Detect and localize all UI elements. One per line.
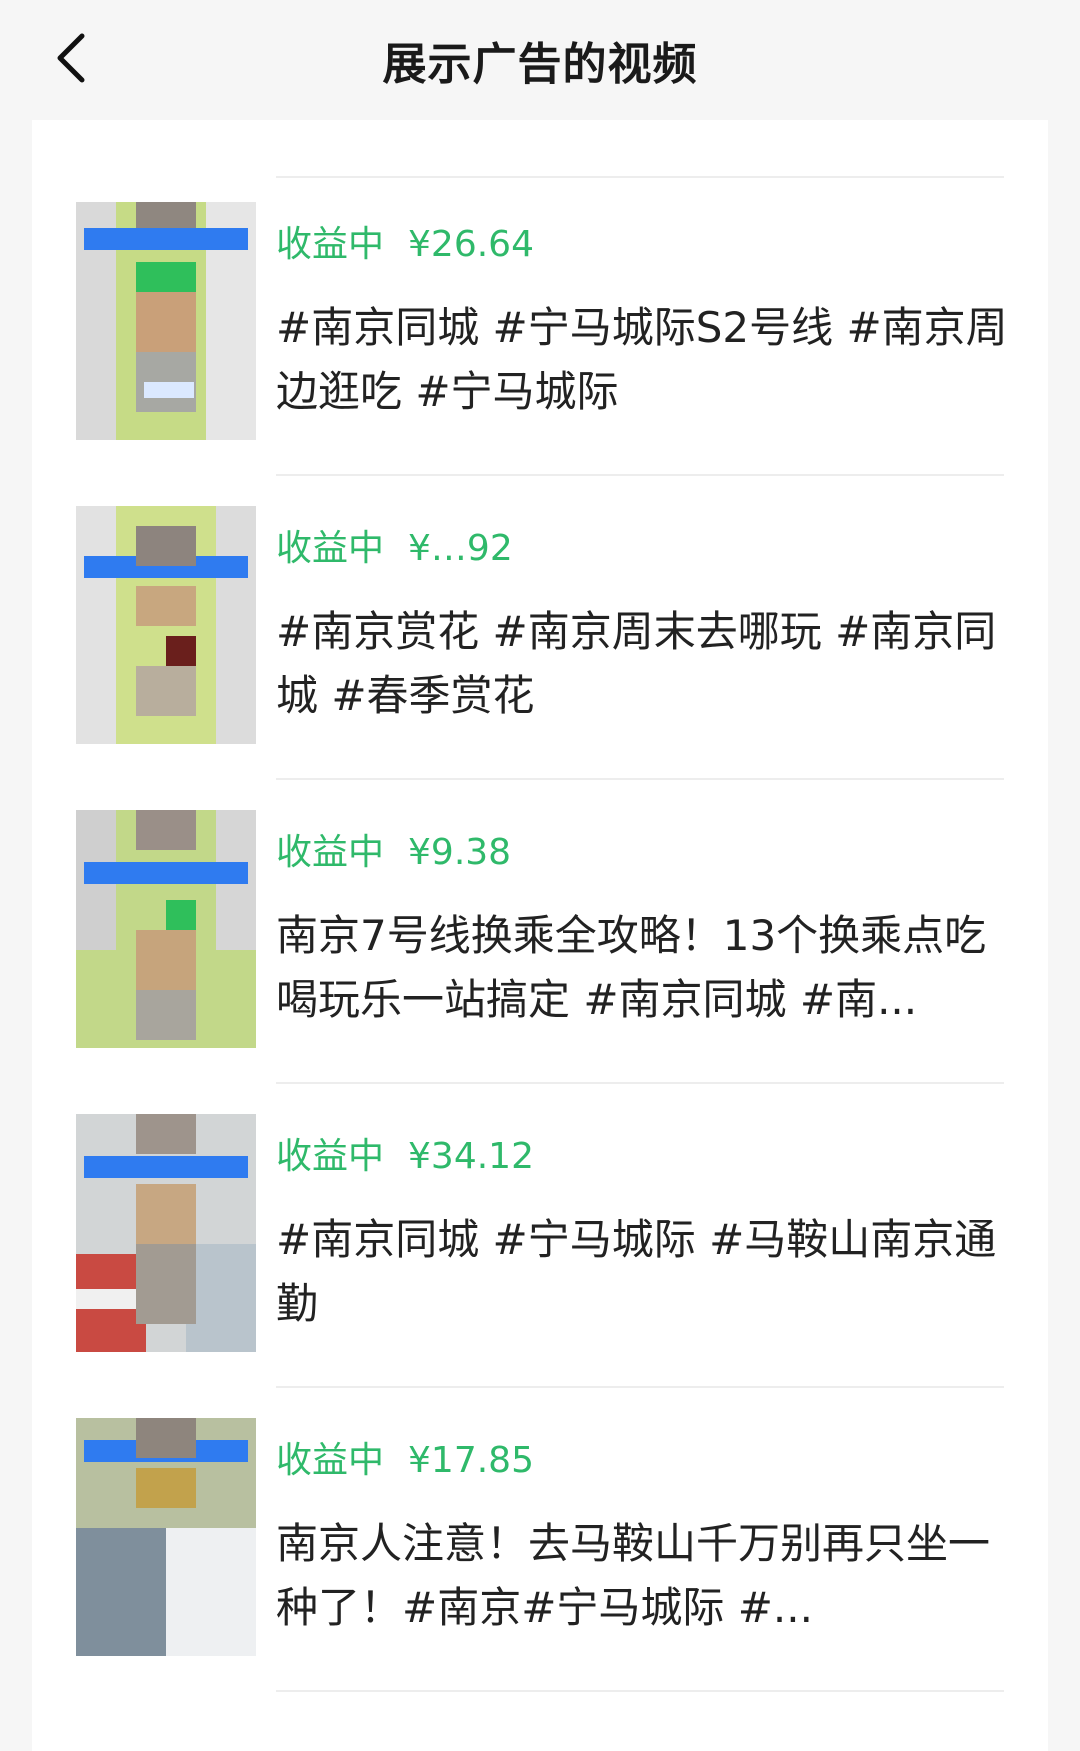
- list-item[interactable]: 收益中 ¥26.64 #南京同城 #宁马城际S2号线 #南京周边逛吃 #宁马城际: [32, 202, 1048, 506]
- back-button[interactable]: [40, 30, 100, 90]
- divider: [276, 1690, 1004, 1692]
- video-info: 收益中 ¥9.38 南京7号线换乘全攻略！13个换乘点吃喝玩乐一站搞定 #南京同城…: [276, 828, 1026, 1032]
- earnings-amount: ¥17.85: [408, 1440, 534, 1481]
- video-description: 食 # 宁马城际: [276, 120, 548, 132]
- video-description: 南京人注意！去马鞍山千万别再只坐一种了！#南京#宁马城际 #...: [276, 1519, 991, 1632]
- video-thumbnail: [76, 810, 256, 1048]
- video-info: 收益中 ¥26.64 #南京同城 #宁马城际S2号线 #南京周边逛吃 #宁马城际: [276, 220, 1026, 424]
- divider: [276, 176, 1004, 178]
- status-label: 收益中: [276, 528, 385, 569]
- video-info: 收益中 ¥17.85 南京人注意！去马鞍山千万别再只坐一种了！#南京#宁马城际 #…: [276, 1436, 1026, 1640]
- earnings-amount: ¥26.64: [408, 224, 534, 265]
- list-item-partial[interactable]: 食 # 宁马城际: [32, 120, 1048, 178]
- video-thumbnail: [76, 1418, 256, 1656]
- chevron-left-icon: [52, 32, 88, 88]
- video-description: #南京赏花 #南京周末去哪玩 #南京同城 #春季赏花: [276, 607, 997, 720]
- video-description: #南京同城 #宁马城际S2号线 #南京周边逛吃 #宁马城际: [276, 303, 1008, 416]
- earnings-amount: ¥…92: [408, 528, 513, 569]
- top-bar: 展示广告的视频: [0, 0, 1080, 120]
- video-description: #南京同城 #宁马城际 #马鞍山南京通勤: [276, 1215, 997, 1328]
- list-item[interactable]: 收益中 ¥…92 #南京赏花 #南京周末去哪玩 #南京同城 #春季赏花: [32, 506, 1048, 810]
- video-info: 收益中 ¥…92 #南京赏花 #南京周末去哪玩 #南京同城 #春季赏花: [276, 524, 1026, 728]
- video-description: 南京7号线换乘全攻略！13个换乘点吃喝玩乐一站搞定 #南京同城 #南...: [276, 911, 987, 1024]
- status-label: 收益中: [276, 224, 385, 265]
- video-thumbnail: [76, 1114, 256, 1352]
- divider: [276, 1082, 1004, 1084]
- video-list: 食 # 宁马城际 收益中 ¥26.64 #南京同城 #宁马城际S2号线 #南京周边…: [32, 120, 1048, 1751]
- list-item[interactable]: 收益中 ¥34.12 #南京同城 #宁马城际 #马鞍山南京通勤: [32, 1114, 1048, 1418]
- video-info: 收益中 ¥34.12 #南京同城 #宁马城际 #马鞍山南京通勤: [276, 1132, 1026, 1336]
- list-item[interactable]: 收益中 ¥9.38 南京7号线换乘全攻略！13个换乘点吃喝玩乐一站搞定 #南京同城…: [32, 810, 1048, 1114]
- page-title: 展示广告的视频: [382, 39, 698, 90]
- divider: [276, 778, 1004, 780]
- status-label: 收益中: [276, 832, 385, 873]
- earnings-amount: ¥34.12: [408, 1136, 534, 1177]
- status-label: 收益中: [276, 1136, 385, 1177]
- divider: [276, 474, 1004, 476]
- video-thumbnail: [76, 202, 256, 440]
- status-label: 收益中: [276, 1440, 385, 1481]
- video-thumbnail: [76, 506, 256, 744]
- divider: [276, 1386, 1004, 1388]
- list-item[interactable]: 收益中 ¥17.85 南京人注意！去马鞍山千万别再只坐一种了！#南京#宁马城际 #…: [32, 1418, 1048, 1722]
- earnings-amount: ¥9.38: [408, 832, 512, 873]
